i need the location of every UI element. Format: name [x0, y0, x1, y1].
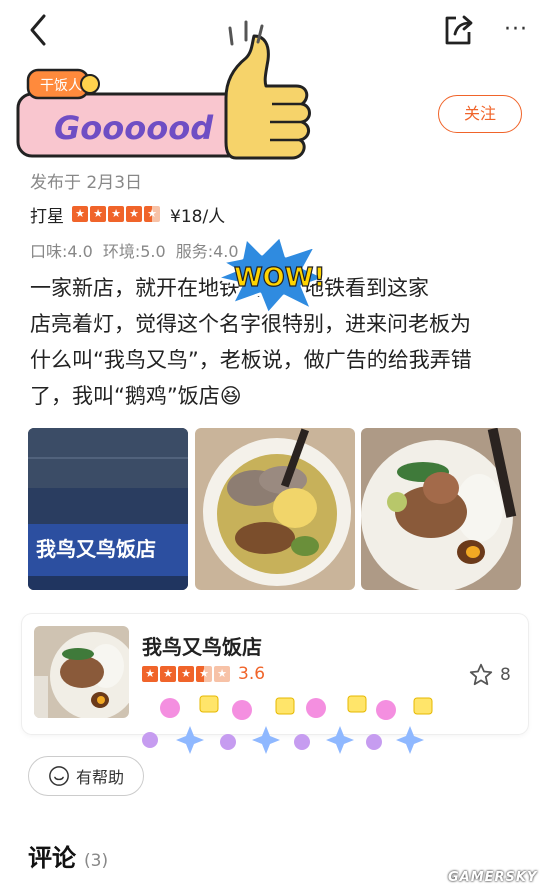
star-icon: ★ [126, 206, 142, 222]
sticker-text: Goooood [54, 109, 214, 147]
wow-sticker: WOW! [214, 234, 328, 316]
review-photo-rice-plate[interactable] [361, 428, 521, 590]
share-icon[interactable] [440, 12, 476, 48]
review-line: 了，我叫“鹅鸡”饭店😆 [30, 384, 242, 408]
rating-label: 打星 [30, 206, 64, 227]
favorite-button[interactable]: 8 [468, 662, 511, 688]
goooood-thumbs-up-sticker: 干饭人 Goooood [16, 20, 311, 160]
star-icon: ★ [108, 206, 124, 222]
rating-stars: ★ ★ ★ ★ ★ [72, 206, 162, 222]
price-per-person: ¥18/人 [170, 206, 226, 227]
comments-title: 评论 [28, 844, 76, 872]
wow-text: WOW! [234, 263, 325, 293]
storefront-sign-text: 我鸟又鸟饭店 [36, 537, 156, 561]
star-icon: ★ [72, 206, 88, 222]
review-photo-storefront[interactable]: 我鸟又鸟饭店 [28, 428, 188, 590]
helpful-label: 有帮助 [75, 768, 124, 787]
follow-button[interactable]: 关注 [438, 95, 522, 133]
watermark-logo: GAMERSKY [448, 870, 538, 885]
sub-scores: 口味:4.0 环境:5.0 服务:4.0 [30, 238, 239, 262]
star-icon: ★ [90, 206, 106, 222]
star-outline-icon [469, 663, 493, 686]
comments-count: (3) [84, 851, 109, 871]
flower-sparkle-decoration [142, 695, 433, 754]
score-taste: 口味:4.0 [30, 242, 93, 261]
star-half-icon: ★ [144, 206, 160, 222]
shop-thumbnail [34, 626, 129, 718]
review-photo-noodles[interactable] [195, 428, 355, 590]
sticker-tag-text: 干饭人 [40, 78, 82, 94]
review-line: 什么叫“我鸟又鸟”，老板说，做广告的给我弄错 [30, 348, 472, 372]
score-environment: 环境:5.0 [102, 242, 166, 261]
comments-header: 评论 (3) [28, 838, 108, 873]
rating-row: 打星 ★ ★ ★ ★ ★ ¥18/人 [30, 201, 225, 227]
smile-icon [49, 766, 69, 786]
favorite-count: 8 [500, 665, 511, 685]
post-date: 发布于 2月3日 [30, 173, 143, 193]
helpful-button[interactable]: 有帮助 [28, 756, 144, 796]
more-options-button[interactable]: ··· [498, 14, 534, 46]
shop-name: 我鸟又鸟饭店 [142, 635, 262, 659]
